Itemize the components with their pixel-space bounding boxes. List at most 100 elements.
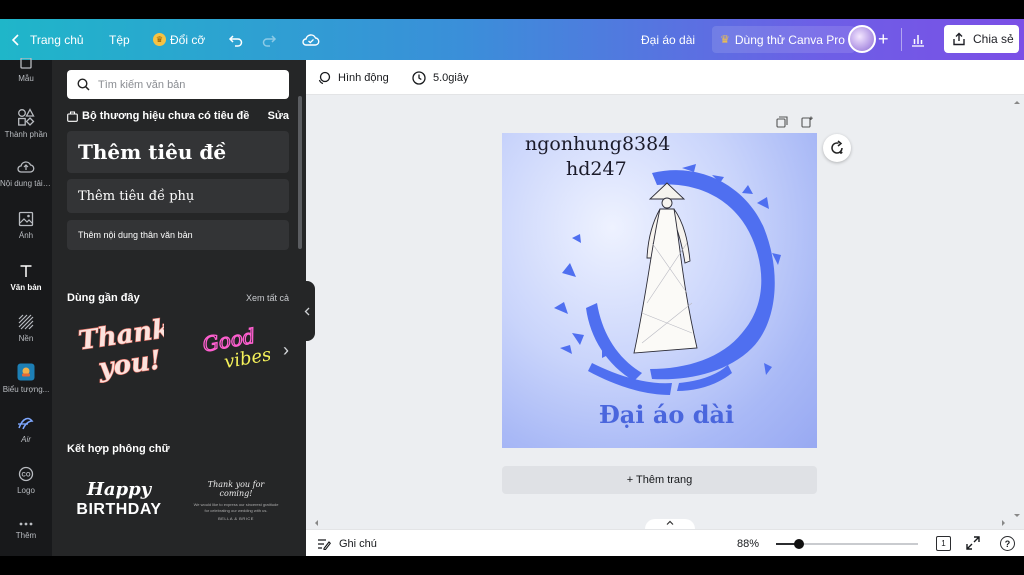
document-title[interactable]: Đại áo dài — [641, 19, 695, 60]
rail-label: Mẫu — [18, 74, 34, 83]
crown-icon: ♛ — [153, 33, 166, 46]
combo1-line1: Happy — [86, 479, 152, 500]
zoom-slider[interactable] — [776, 539, 918, 549]
add-heading-button[interactable]: Thêm tiêu đề — [67, 131, 289, 173]
undo-button[interactable] — [228, 19, 244, 60]
background-icon — [18, 314, 34, 330]
add-page-button[interactable]: + Thêm trang — [502, 466, 817, 494]
duplicate-page-button[interactable] — [776, 115, 788, 133]
font-combos-title: Kết hợp phông chữ — [67, 443, 170, 455]
rail-label: Logo — [17, 486, 35, 495]
toolbar-divider — [901, 28, 902, 51]
more-icon — [19, 522, 33, 526]
happy-birthday-combo[interactable]: Happy BIRTHDAY — [74, 479, 164, 527]
rail-item-backgrounds[interactable]: Nền — [0, 314, 52, 343]
text-search-input[interactable] — [98, 78, 278, 91]
undo-icon — [228, 34, 243, 47]
home-button[interactable]: Trang chủ — [10, 19, 84, 60]
logo-icon: CO — [18, 466, 34, 482]
recent-section-header: Dùng gần đây Xem tất cả — [67, 292, 289, 304]
thank-you-coming-combo[interactable]: Thank you for coming! We would like to e… — [192, 480, 280, 521]
thank-you-sticker[interactable]: Thank you! — [74, 312, 172, 384]
duplicate-icon — [776, 116, 788, 128]
upload-icon — [17, 161, 35, 173]
chevron-left-icon — [11, 33, 19, 46]
cloud-check-icon — [302, 33, 320, 46]
text-panel: Bộ thương hiệu chưa có tiêu đề Sửa Thêm … — [52, 60, 306, 556]
combo1-line2: BIRTHDAY — [76, 501, 162, 518]
rail-item-elements[interactable]: Thành phần — [0, 108, 52, 139]
add-page-icon — [801, 116, 813, 128]
resize-button[interactable]: ♛ Đổi cỡ — [153, 19, 205, 60]
brand-kit-row: Bộ thương hiệu chưa có tiêu đề Sửa — [67, 110, 289, 122]
rail-label: Thêm — [15, 531, 37, 540]
redo-icon — [262, 34, 277, 47]
notes-button[interactable]: Ghi chú — [317, 530, 377, 556]
rail-label: Nền — [18, 334, 34, 343]
cloud-save-button[interactable] — [302, 19, 320, 60]
rail-label: Văn bản — [10, 283, 42, 292]
collapse-panel-button[interactable] — [298, 281, 315, 341]
duration-label: 5.0giây — [433, 71, 469, 84]
help-button[interactable]: ? — [1000, 536, 1015, 551]
horizontal-scrollbar[interactable] — [312, 518, 1008, 528]
chevron-left-icon — [304, 307, 309, 315]
rail-item-logo[interactable]: CO Logo — [0, 466, 52, 495]
brand-kit-name: Bộ thương hiệu chưa có tiêu đề — [82, 110, 250, 122]
file-menu-button[interactable]: Tệp — [109, 19, 130, 60]
rail-item-air[interactable]: Air — [0, 415, 52, 444]
elements-icon — [18, 108, 35, 126]
zoom-percentage[interactable]: 88% — [737, 530, 759, 556]
design-username-line1[interactable]: ngonhung8384 — [525, 133, 670, 155]
rail-item-photos[interactable]: Ảnh — [0, 211, 52, 240]
animate-button[interactable]: Hình động — [317, 60, 389, 95]
rail-label: Biểu tượng... — [2, 385, 50, 394]
rail-label: Thành phần — [4, 130, 48, 139]
top-bar: Trang chủ Tệp ♛ Đổi cỡ Đại áo dài ♛ Dùng… — [0, 19, 1024, 60]
panel-scrollbar[interactable] — [298, 96, 302, 249]
animate-icon — [318, 71, 331, 84]
zoom-slider-knob[interactable] — [794, 539, 805, 549]
invite-plus-button[interactable]: + — [878, 19, 889, 60]
fullscreen-button[interactable] — [965, 535, 981, 554]
rail-item-templates[interactable]: Mẫu — [0, 58, 52, 83]
footer-bar: Ghi chú 88% 1 ? — [306, 529, 1024, 556]
add-body-text-button[interactable]: Thêm nội dung thân văn bản — [67, 220, 289, 250]
chevron-right-icon[interactable]: › — [283, 340, 289, 361]
see-all-link[interactable]: Xem tất cả — [246, 293, 289, 303]
combo2-line1: Thank you for coming! — [207, 480, 265, 498]
rail-label: Air — [21, 435, 31, 444]
design-page[interactable]: ngonhung8384 hd247 Đại áo dài — [502, 133, 817, 448]
avatar[interactable] — [848, 25, 876, 53]
insights-button[interactable] — [911, 19, 925, 60]
add-page-icon-button[interactable] — [801, 115, 813, 133]
try-canva-pro-button[interactable]: ♛ Dùng thử Canva Pro — [712, 26, 855, 53]
vertical-scrollbar[interactable] — [1013, 99, 1021, 519]
brand-kit-edit-link[interactable]: Sửa — [268, 110, 289, 122]
photo-icon — [18, 211, 34, 227]
good-vibes-sticker[interactable]: Good vibes — [200, 322, 273, 374]
rail-item-text[interactable]: Văn bản — [0, 263, 52, 292]
page-count-button[interactable]: 1 — [936, 536, 951, 551]
rail-label: Ảnh — [18, 231, 34, 240]
notes-icon — [318, 538, 331, 550]
design-username-line2[interactable]: hd247 — [566, 158, 627, 180]
font-combos-header: Kết hợp phông chữ — [67, 443, 289, 455]
rail-item-uploads[interactable]: Nội dung tải lên — [0, 159, 52, 188]
refresh-design-button[interactable] — [823, 134, 851, 162]
logo-app-icon — [17, 363, 35, 381]
bar-chart-icon — [912, 34, 924, 47]
rail-item-more[interactable]: Thêm — [0, 521, 52, 540]
redo-button[interactable] — [261, 19, 277, 60]
design-title-text[interactable]: Đại áo dài — [502, 400, 817, 429]
rail-item-logo-app[interactable]: Biểu tượng... — [0, 363, 52, 394]
share-button[interactable]: Chia sẻ — [944, 25, 1019, 53]
text-search-box[interactable] — [67, 70, 289, 99]
search-icon — [77, 78, 90, 91]
template-icon — [20, 58, 32, 69]
air-icon — [18, 417, 34, 430]
home-label: Trang chủ — [30, 32, 84, 47]
try-pro-label: Dùng thử Canva Pro — [734, 32, 845, 47]
duration-button[interactable]: 5.0giây — [412, 60, 468, 95]
add-subheading-button[interactable]: Thêm tiêu đề phụ — [67, 179, 289, 213]
